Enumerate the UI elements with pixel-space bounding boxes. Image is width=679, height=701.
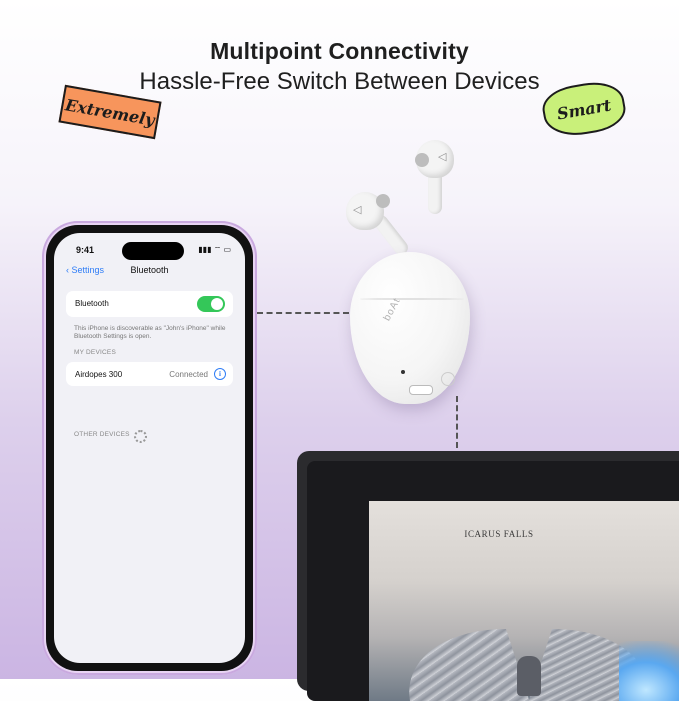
dynamic-island xyxy=(122,242,184,260)
case-pairing-button xyxy=(441,372,455,386)
bluetooth-toggle[interactable] xyxy=(197,296,225,312)
status-time: 9:41 xyxy=(76,245,95,255)
boat-logo-icon: ◁ xyxy=(438,151,447,163)
case-brand-logo: boAt xyxy=(381,296,403,323)
device-name: Airdopes 300 xyxy=(75,370,123,379)
my-devices-header: MY DEVICES xyxy=(74,349,116,356)
earbud-left-tip xyxy=(376,194,390,208)
album-art-figure xyxy=(517,656,541,696)
laptop-screen: ICARUS FALLS xyxy=(369,501,679,701)
earbud-right-tip xyxy=(415,153,429,167)
case-charging-port xyxy=(409,385,433,395)
album-art-wing-left xyxy=(386,629,532,701)
discoverable-note: This iPhone is discoverable as "John's i… xyxy=(74,325,226,340)
bluetooth-row: Bluetooth xyxy=(66,291,233,317)
connector-case-to-laptop xyxy=(456,396,458,448)
loading-spinner-icon xyxy=(134,430,147,443)
other-devices-header: OTHER DEVICES xyxy=(74,431,130,438)
album-title: ICARUS FALLS xyxy=(464,529,534,539)
status-icons: ▮▮▮ ⌔ ▭ xyxy=(198,245,231,254)
phone-screen: 9:41 ▮▮▮ ⌔ ▭ ‹ Settings Bluetooth Blueto… xyxy=(54,233,245,663)
case-lid-seam xyxy=(360,298,464,300)
nav-title: Bluetooth xyxy=(130,265,169,275)
info-icon[interactable]: i xyxy=(214,368,226,380)
laptop-device: ICARUS FALLS xyxy=(297,451,679,701)
sticker-smart-label: Smart xyxy=(555,94,613,124)
album-art-blue-flame xyxy=(619,641,679,701)
case-led-indicator xyxy=(401,370,405,374)
device-row-airdopes[interactable]: Airdopes 300 Connected i xyxy=(66,362,233,386)
boat-logo-icon: ◁ xyxy=(353,204,362,216)
headline-title: Multipoint Connectivity xyxy=(210,38,469,64)
phone-bezel: 9:41 ▮▮▮ ⌔ ▭ ‹ Settings Bluetooth Blueto… xyxy=(46,225,253,671)
device-status: Connected xyxy=(169,370,208,379)
bluetooth-label: Bluetooth xyxy=(75,299,109,308)
charging-case: boAt xyxy=(350,252,470,404)
connector-phone-to-case xyxy=(257,312,349,314)
sticker-extremely-label: Extremely xyxy=(63,94,157,130)
phone-device: 9:41 ▮▮▮ ⌔ ▭ ‹ Settings Bluetooth Blueto… xyxy=(42,221,257,675)
